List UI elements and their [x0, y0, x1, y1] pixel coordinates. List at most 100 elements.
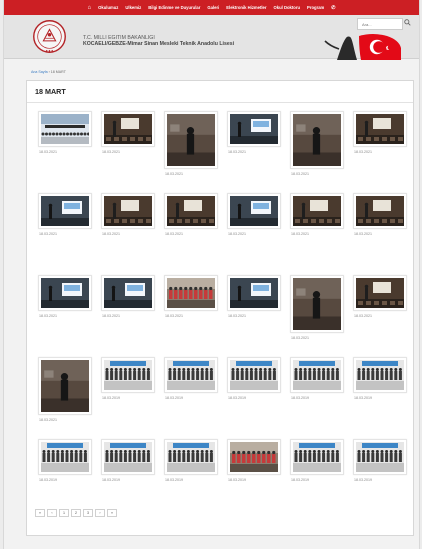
- photo-date: 18.03.2019: [354, 478, 372, 482]
- gallery-thumbnail[interactable]: [38, 275, 92, 311]
- gallery-thumbnail[interactable]: [353, 357, 407, 393]
- photo-image: [293, 278, 341, 330]
- gallery-thumbnail[interactable]: [290, 439, 344, 475]
- svg-text:◆ ◆ ◆: ◆ ◆ ◆: [46, 49, 54, 52]
- gallery-thumbnail[interactable]: [38, 111, 92, 147]
- gallery-thumbnail[interactable]: [353, 275, 407, 311]
- photo-date: 18.03.2021: [354, 314, 372, 318]
- photo-image: [356, 278, 404, 308]
- photo-date: 18.03.2021: [102, 314, 120, 318]
- gallery-thumbnail[interactable]: [290, 275, 344, 333]
- gallery-item: 18.03.2021: [101, 193, 155, 275]
- gallery-item: 18.03.2021: [290, 193, 344, 275]
- search-icon[interactable]: [404, 19, 411, 26]
- photo-image: [230, 360, 278, 390]
- gallery-thumbnail[interactable]: [101, 193, 155, 229]
- photo-date: 18.03.2021: [291, 172, 309, 176]
- gallery-thumbnail[interactable]: [353, 193, 407, 229]
- photo-date: 18.03.2021: [291, 336, 309, 340]
- gallery-item: 18.03.2021: [38, 193, 92, 275]
- gallery-thumbnail[interactable]: [290, 111, 344, 169]
- nav-item-okul-doktoru[interactable]: Okul Doktoru: [274, 5, 301, 10]
- gallery-item: 18.03.2021: [227, 193, 281, 275]
- gallery-thumbnail[interactable]: [101, 111, 155, 147]
- school-name: KOCAELI/GEBZE-Mimar Sinan Mesleki Teknik…: [83, 41, 235, 48]
- gallery-thumbnail[interactable]: [101, 357, 155, 393]
- gallery-thumbnail[interactable]: [227, 193, 281, 229]
- page-title: 18 MART: [27, 81, 413, 103]
- photo-date: 18.03.2019: [102, 396, 120, 400]
- gallery-thumbnail[interactable]: [353, 111, 407, 147]
- nav-item-elektronik[interactable]: Elektronik Hizmetler: [226, 5, 266, 10]
- gallery-thumbnail[interactable]: [164, 275, 218, 311]
- gallery-thumbnail[interactable]: [38, 357, 92, 415]
- photo-date: 18.03.2021: [39, 314, 57, 318]
- photo-image: [104, 278, 152, 308]
- photo-date: 18.03.2021: [39, 418, 57, 422]
- nav-item-program[interactable]: Program: [307, 5, 324, 10]
- gallery-item: 18.03.2021: [353, 193, 407, 275]
- gallery-thumbnail[interactable]: [164, 111, 218, 169]
- gallery-thumbnail[interactable]: [290, 193, 344, 229]
- gallery-thumbnail[interactable]: [290, 357, 344, 393]
- nav-item-bilgi-edinme[interactable]: Bilgi Edinme ve Duyurular: [148, 5, 200, 10]
- search-input[interactable]: [357, 18, 403, 30]
- photo-image: [104, 114, 152, 144]
- gallery-thumbnail[interactable]: [164, 357, 218, 393]
- gallery-thumbnail[interactable]: [38, 193, 92, 229]
- gallery-item: 18.03.2021: [101, 111, 155, 193]
- turkish-flag: [324, 34, 401, 60]
- photo-date: 18.03.2019: [228, 478, 246, 482]
- photo-date: 18.03.2019: [39, 478, 57, 482]
- gallery-thumbnail[interactable]: [227, 439, 281, 475]
- photo-image: [356, 360, 404, 390]
- gallery-thumbnail[interactable]: [101, 275, 155, 311]
- breadcrumb-home[interactable]: Ana Sayfa: [31, 70, 48, 74]
- pagination-button[interactable]: 2: [71, 509, 81, 517]
- pagination-button[interactable]: «: [35, 509, 45, 517]
- breadcrumb-separator: ›: [48, 70, 50, 74]
- nav-item-ulkemiz[interactable]: Ulkemiz: [125, 5, 141, 10]
- photo-image: [356, 196, 404, 226]
- photo-date: 18.03.2021: [354, 232, 372, 236]
- gallery-thumbnail[interactable]: [164, 439, 218, 475]
- photo-image: [104, 442, 152, 472]
- pagination-button[interactable]: ‹: [47, 509, 57, 517]
- gallery-item: 18.03.2019: [227, 439, 281, 521]
- gallery-thumbnail[interactable]: [227, 275, 281, 311]
- gallery-thumbnail[interactable]: [353, 439, 407, 475]
- home-icon[interactable]: ⌂: [88, 5, 92, 11]
- photo-date: 18.03.2021: [228, 232, 246, 236]
- nav-item-galeri[interactable]: Galeri: [207, 5, 219, 10]
- photo-date: 18.03.2021: [165, 232, 183, 236]
- site-header: ◆ ◆ ◆ T.C. MILLI EGITIM BAKANLIGI KOCAEL…: [4, 15, 419, 60]
- gallery-thumbnail[interactable]: [227, 111, 281, 147]
- gallery-thumbnail[interactable]: [101, 439, 155, 475]
- meb-logo[interactable]: ◆ ◆ ◆: [32, 19, 67, 54]
- nav-item-okulumuz[interactable]: Okulumuz: [98, 5, 118, 10]
- pagination-button[interactable]: 3: [83, 509, 93, 517]
- breadcrumb-current: 18 MART: [50, 70, 66, 74]
- gallery-card: 18 MART 18.03.2021 18.03.2021 18.03.2021…: [26, 80, 414, 536]
- pagination-button[interactable]: »: [107, 509, 117, 517]
- gallery-item: 18.03.2019: [227, 357, 281, 439]
- photo-image: [41, 442, 89, 472]
- pagination-button[interactable]: ›: [95, 509, 105, 517]
- gallery-item: 18.03.2021: [227, 275, 281, 357]
- photo-image: [293, 442, 341, 472]
- top-navigation: ⌂ Okulumuz Ulkemiz Bilgi Edinme ve Duyur…: [4, 0, 419, 15]
- gallery-item: 18.03.2019: [353, 357, 407, 439]
- photo-image: [41, 196, 89, 226]
- gallery-thumbnail[interactable]: [227, 357, 281, 393]
- photo-date: 18.03.2021: [102, 150, 120, 154]
- gallery-item: 18.03.2019: [164, 357, 218, 439]
- photo-image: [167, 196, 215, 226]
- pagination-button[interactable]: 1: [59, 509, 69, 517]
- gallery-thumbnail[interactable]: [38, 439, 92, 475]
- gallery-item: 18.03.2021: [101, 275, 155, 357]
- gallery-thumbnail[interactable]: [164, 193, 218, 229]
- photo-date: 18.03.2021: [165, 314, 183, 318]
- photo-date: 18.03.2019: [291, 478, 309, 482]
- phone-icon[interactable]: ✆: [331, 5, 335, 11]
- school-title[interactable]: T.C. MILLI EGITIM BAKANLIGI KOCAELI/GEBZ…: [83, 35, 234, 48]
